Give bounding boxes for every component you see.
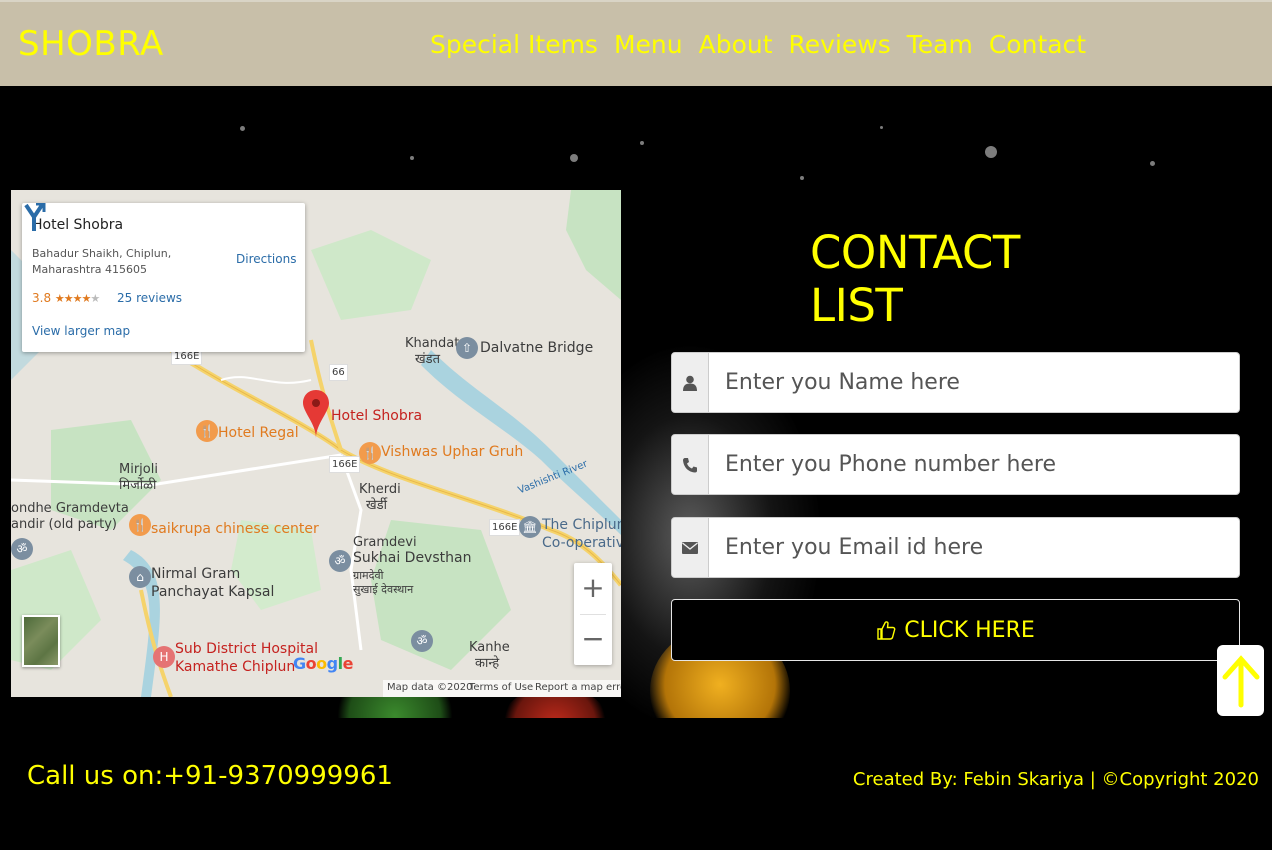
map-label-kherdi: Kherdi (359, 482, 401, 497)
map-data-text: Map data ©2020 (387, 682, 473, 693)
map-label-saikrupa: saikrupa chinese center (151, 521, 319, 537)
reviews-link[interactable]: 25 reviews (117, 291, 182, 305)
map-label-sukhai: Gramdevi (353, 535, 417, 550)
road-166e-marker: 166E (329, 456, 361, 473)
nav-link-reviews[interactable]: Reviews (789, 30, 891, 59)
map-label-kanhe: Kanhe (469, 640, 510, 655)
map-label-sukhai-marathi: ग्रामदेवी (353, 569, 384, 582)
phone-icon (672, 435, 709, 494)
map-label-kanhe-marathi: कान्हे (475, 656, 500, 671)
zoom-control: + − (574, 563, 612, 665)
map-label-nirmal-gram-2: Panchayat Kapsal (151, 584, 275, 600)
user-icon (672, 353, 709, 412)
hotel-shobra-marker-icon[interactable] (303, 390, 329, 438)
temple-pin-icon[interactable]: ॐ (11, 538, 33, 560)
satellite-toggle[interactable] (22, 615, 60, 667)
click-here-label: CLICK HERE (904, 617, 1035, 643)
thumbs-up-icon (877, 621, 896, 640)
zoom-divider (580, 614, 606, 615)
google-logo: Google (293, 654, 353, 673)
map-label-gramdevta-2: andir (old party) (11, 517, 117, 532)
map-label-chiplun-coop-2: Co-operative (542, 535, 621, 551)
rating-stars-icon: ★★★★★ (54, 292, 100, 305)
map-label-kherdi-marathi: खेर्डी (366, 498, 387, 513)
phone-field (671, 434, 1240, 495)
restaurant-pin-icon[interactable]: 🍴 (196, 420, 218, 442)
restaurant-pin-icon[interactable]: 🍴 (129, 514, 151, 536)
rating-value: 3.8 (32, 291, 52, 305)
place-info-card: Hotel Shobra Bahadur Shaikh, Chiplun, Ma… (22, 203, 305, 352)
email-field (671, 517, 1240, 578)
map-attribution: Map data ©2020 Terms of Use Report a map… (383, 680, 621, 697)
view-larger-map-link[interactable]: View larger map (32, 324, 130, 338)
map-label-khandat: Khandat (405, 336, 460, 351)
map-label-hotel-regal: Hotel Regal (218, 425, 299, 441)
water-drop (1150, 161, 1155, 166)
phone-input[interactable] (710, 435, 1239, 494)
place-rating: 3.8 ★★★★★ (32, 291, 100, 305)
map-label-khandat-marathi: खंडत (415, 352, 440, 367)
water-drop (410, 156, 414, 160)
map-label-nirmal-gram: Nirmal Gram (151, 566, 241, 582)
navbar: SHOBRA Special Items Menu About Reviews … (0, 0, 1272, 86)
temple-pin-icon[interactable]: ॐ (329, 550, 351, 572)
map-label-sukhai-2: Sukhai Devsthan (353, 550, 472, 566)
copyright-text: Created By: Febin Skariya | ©Copyright 2… (852, 769, 1259, 790)
place-address: Bahadur Shaikh, Chiplun, Maharashtra 415… (32, 247, 172, 276)
footer: Call us on:+91-9370999961 Created By: Fe… (0, 718, 1272, 850)
click-here-button[interactable]: CLICK HERE (671, 599, 1240, 661)
nav-link-about[interactable]: About (699, 30, 773, 59)
name-field (671, 352, 1240, 413)
water-drop (570, 154, 578, 162)
road-66-marker: 66 (329, 364, 348, 381)
nav-link-special-items[interactable]: Special Items (430, 30, 598, 59)
government-pin-icon[interactable]: ⌂ (129, 566, 151, 588)
directions-link[interactable]: Directions (236, 252, 296, 266)
road-166e-marker: 166E (489, 519, 521, 536)
water-drop (240, 126, 245, 131)
nav-link-contact[interactable]: Contact (989, 30, 1086, 59)
terms-link[interactable]: Terms of Use (469, 682, 533, 693)
bridge-pin-icon[interactable]: ⇧ (456, 337, 478, 359)
water-drop (985, 146, 997, 158)
call-us-text: Call us on:+91-9370999961 (27, 761, 393, 791)
map-label-mirjoli-marathi: मिर्जोळी (119, 478, 157, 493)
nav-links: Special Items Menu About Reviews Team Co… (430, 30, 1086, 59)
hospital-pin-icon[interactable]: H (153, 646, 175, 668)
zoom-out-button[interactable]: − (574, 614, 612, 665)
brand-logo[interactable]: SHOBRA (18, 24, 164, 64)
nav-link-menu[interactable]: Menu (614, 30, 683, 59)
directions-icon[interactable] (22, 203, 46, 231)
water-drop (800, 176, 804, 180)
arrow-up-icon (1222, 654, 1259, 707)
zoom-in-button[interactable]: + (574, 563, 612, 614)
scroll-to-top-button[interactable] (1217, 645, 1264, 716)
map-label-dalvatne: Dalvatne Bridge (480, 340, 594, 356)
map-label-chiplun-coop: The Chiplun U (542, 517, 621, 533)
map-label-mirjoli: Mirjoli (119, 462, 158, 477)
embedded-map[interactable]: Khandat खंडत ⇧ Dalvatne Bridge 66 166E 1… (11, 190, 621, 697)
envelope-icon (672, 518, 709, 577)
email-input[interactable] (710, 518, 1239, 577)
temple-pin-icon[interactable]: ॐ (411, 630, 433, 652)
name-input[interactable] (710, 353, 1239, 412)
map-label-vishwas: Vishwas Uphar Gruh (381, 444, 524, 460)
map-label-hotel-shobra: Hotel Shobra (331, 408, 423, 424)
map-label-gramdevta: ondhe Gramdevta (11, 501, 129, 516)
water-drop (880, 126, 883, 129)
restaurant-pin-icon[interactable]: 🍴 (359, 442, 381, 464)
water-drop (640, 141, 644, 145)
map-label-sukhai-marathi-2: सुखाई देवस्थान (353, 583, 414, 596)
contact-title: CONTACT LIST (810, 226, 1020, 332)
bank-pin-icon[interactable]: 🏛 (519, 516, 541, 538)
report-error-link[interactable]: Report a map error (535, 682, 621, 693)
map-label-hospital-2: Kamathe Chiplun (175, 659, 296, 675)
nav-link-team[interactable]: Team (907, 30, 973, 59)
